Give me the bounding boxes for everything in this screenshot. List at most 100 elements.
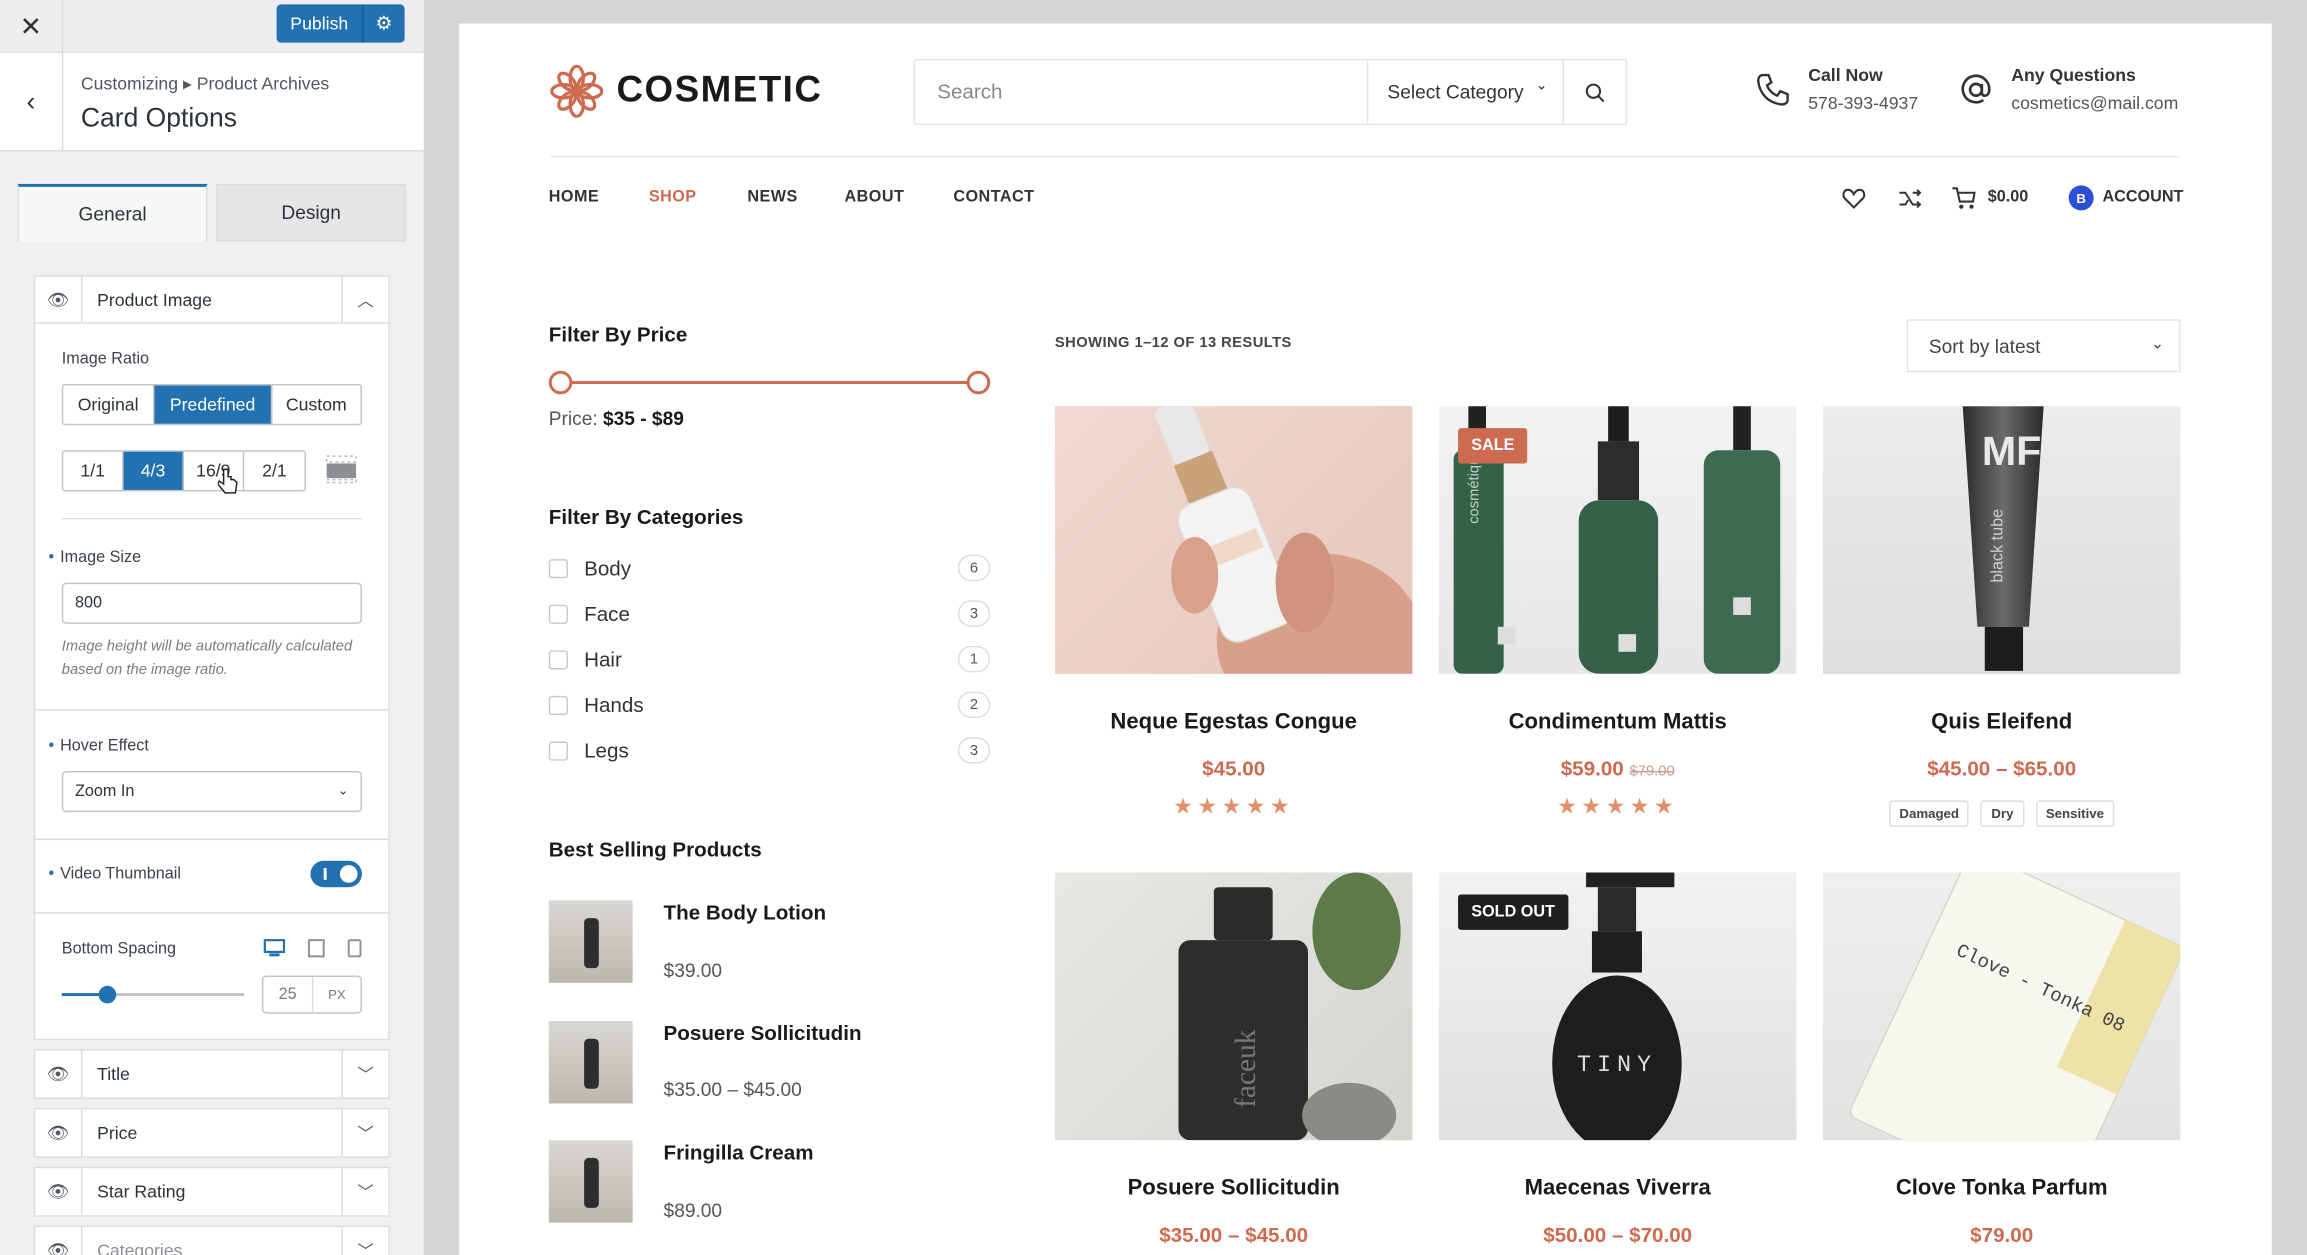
product-title[interactable]: Clove Tonka Parfum — [1823, 1176, 2181, 1201]
bottom-spacing-slider-handle[interactable] — [98, 985, 117, 1004]
tab-general[interactable]: General — [17, 183, 208, 242]
chevron-down-icon[interactable]: ﹀ — [341, 1050, 388, 1098]
price-range-min-handle[interactable] — [548, 370, 573, 395]
tablet-icon[interactable] — [308, 939, 326, 958]
heart-icon[interactable] — [1841, 185, 1867, 211]
tab-design[interactable]: Design — [216, 183, 407, 242]
price-range-max-handle[interactable] — [966, 370, 991, 395]
category-filter-item[interactable]: Hair 1 — [548, 645, 991, 675]
account-avatar[interactable]: B — [2068, 185, 2094, 211]
category-name: Hands — [584, 692, 644, 717]
checkbox[interactable] — [548, 695, 568, 716]
nav-about[interactable]: ABOUT — [845, 188, 905, 206]
categories-section[interactable]: 👁 Categories ﹀ — [33, 1225, 390, 1255]
nav-home[interactable]: HOME — [549, 188, 599, 206]
eye-icon[interactable]: 👁 — [35, 1109, 83, 1157]
product-image[interactable] — [1054, 406, 1413, 674]
best-selling-name[interactable]: The Body Lotion — [664, 900, 826, 924]
checkbox[interactable] — [548, 559, 568, 579]
search-input[interactable]: Search — [937, 79, 1002, 103]
desktop-icon[interactable] — [263, 939, 286, 958]
chevron-up-icon[interactable]: ︿ — [341, 276, 388, 324]
hover-effect-label: • Hover Effect — [48, 737, 149, 755]
nav-shop[interactable]: SHOP — [649, 188, 697, 206]
ratio-mode-custom[interactable]: Custom — [272, 385, 360, 423]
category-filter-item[interactable]: Legs 3 — [548, 737, 991, 766]
best-selling-name[interactable]: Posuere Sollicitudin — [664, 1021, 862, 1045]
cart-total[interactable]: $0.00 — [1988, 188, 2029, 206]
product-title[interactable]: Maecenas Viverra — [1439, 1176, 1797, 1201]
ratio-1-1[interactable]: 1/1 — [63, 451, 124, 490]
category-filter-item[interactable]: Face 3 — [548, 600, 991, 629]
product-image[interactable]: cosmétiques SALE — [1438, 406, 1797, 674]
checkbox[interactable] — [548, 650, 568, 670]
product-title[interactable]: Neque Egestas Congue — [1055, 709, 1413, 734]
tube-logo-text: MF — [1982, 428, 2041, 474]
image-size-input[interactable]: 800 — [61, 582, 362, 624]
mobile-icon[interactable] — [347, 939, 362, 958]
nav-contact[interactable]: CONTACT — [953, 188, 1034, 206]
eye-icon[interactable]: 👁 — [35, 1168, 83, 1216]
chevron-down-icon[interactable]: ﹀ — [341, 1109, 388, 1157]
ratio-mode-predefined[interactable]: Predefined — [154, 385, 273, 424]
search-bar: Search Select Category ⌄ — [913, 58, 1628, 126]
price-range-track[interactable] — [562, 381, 980, 385]
eye-icon[interactable]: 👁 — [35, 1050, 83, 1098]
checkbox[interactable] — [548, 741, 568, 761]
ratio-2-1[interactable]: 2/1 — [244, 452, 304, 490]
tag-sensitive[interactable]: Sensitive — [2035, 800, 2115, 827]
image-size-help: Image height will be automatically calcu… — [61, 638, 353, 679]
price-range-text: Price: $35 - $89 — [549, 408, 684, 430]
compare-shuffle-icon[interactable] — [1897, 185, 1923, 211]
product-thumbnail[interactable] — [548, 1021, 633, 1104]
product-price: $50.00 – $70.00 — [1439, 1223, 1797, 1247]
product-image[interactable]: faceuk — [1054, 872, 1413, 1141]
back-button[interactable]: ‹ — [0, 52, 64, 152]
product-image[interactable]: Clove - Tonka 08 — [1822, 872, 2181, 1141]
best-selling-name[interactable]: Fringilla Cream — [664, 1140, 814, 1164]
product-image[interactable]: MF black tube — [1822, 406, 2181, 674]
search-button[interactable] — [1562, 60, 1626, 124]
product-image[interactable]: TINY SOLD OUT — [1438, 872, 1797, 1141]
category-name: Hair — [584, 647, 622, 671]
bottom-spacing-value[interactable]: 25 — [263, 976, 314, 1013]
section-title: Title — [97, 1063, 130, 1085]
breadcrumb: Customizing ▸ Product Archives — [80, 73, 330, 95]
tag-dry[interactable]: Dry — [1981, 800, 2024, 827]
chevron-down-icon[interactable]: ﹀ — [341, 1168, 388, 1216]
title-section[interactable]: 👁 Title ﹀ — [33, 1049, 390, 1100]
product-image-section-header[interactable]: 👁 Product Image ︿ — [35, 275, 389, 324]
category-filter-item[interactable]: Body 6 — [548, 554, 991, 584]
video-thumbnail-toggle[interactable] — [310, 860, 362, 888]
price-section[interactable]: 👁 Price ﹀ — [33, 1107, 390, 1158]
publish-button[interactable]: Publish ⚙ — [276, 4, 405, 43]
product-title[interactable]: Quis Eleifend — [1823, 709, 2181, 734]
site-logo[interactable]: COSMETIC — [616, 69, 822, 112]
chevron-down-icon: ⌄ — [337, 782, 349, 798]
tag-damaged[interactable]: Damaged — [1889, 800, 1970, 827]
close-customizer-button[interactable]: ✕ — [0, 0, 64, 53]
hover-effect-select[interactable]: Zoom In ⌄ — [61, 770, 362, 813]
eye-icon[interactable]: 👁 — [35, 1227, 83, 1255]
ratio-preview-icon — [325, 455, 357, 484]
cart-icon[interactable] — [1951, 185, 1977, 211]
star-rating-section[interactable]: 👁 Star Rating ﹀ — [33, 1166, 390, 1217]
category-select[interactable]: Select Category ⌄ — [1366, 60, 1563, 124]
product-thumbnail[interactable] — [548, 900, 633, 983]
account-link[interactable]: ACCOUNT — [2102, 188, 2183, 206]
bottom-spacing-input[interactable]: 25 PX — [261, 975, 362, 1014]
checkbox[interactable] — [548, 604, 568, 624]
chevron-down-icon[interactable]: ﹀ — [341, 1227, 388, 1255]
eye-icon[interactable]: 👁 — [35, 275, 83, 323]
ratio-mode-original[interactable]: Original — [63, 385, 155, 424]
ratio-4-3[interactable]: 4/3 — [123, 451, 184, 490]
product-title[interactable]: Posuere Sollicitudin — [1055, 1176, 1413, 1201]
product-price-value: $50.00 – $70.00 — [1543, 1222, 1693, 1247]
product-title[interactable]: Condimentum Mattis — [1439, 709, 1797, 734]
sort-select[interactable]: Sort by latest ⌄ — [1906, 319, 2181, 373]
panel-tabs: General Design — [17, 183, 407, 242]
product-thumbnail[interactable] — [548, 1140, 633, 1223]
category-filter-item[interactable]: Hands 2 — [548, 691, 991, 721]
gear-icon[interactable]: ⚙ — [363, 12, 404, 36]
nav-news[interactable]: NEWS — [747, 188, 797, 206]
